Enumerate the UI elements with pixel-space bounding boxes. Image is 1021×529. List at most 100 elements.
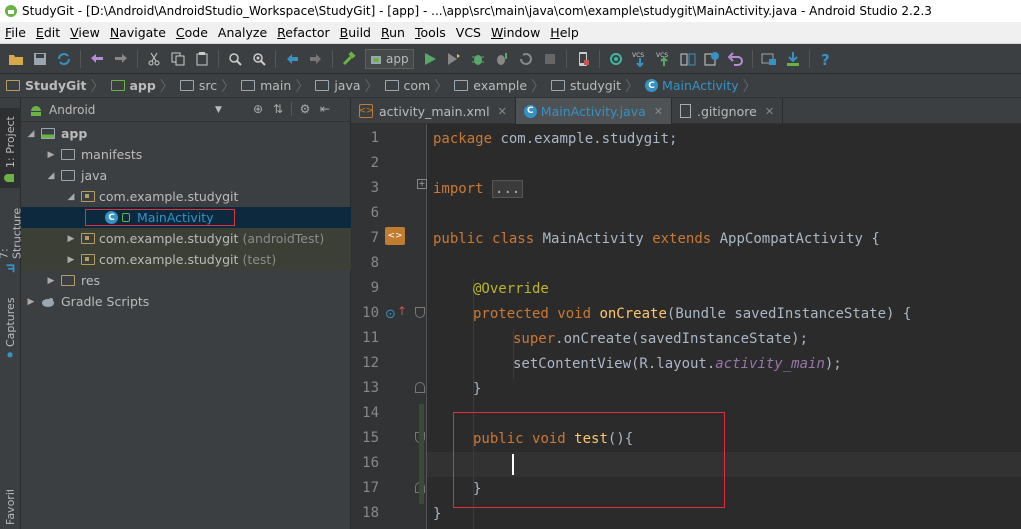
menu-item[interactable]: Code (171, 25, 213, 40)
line-number: 6 (370, 205, 379, 221)
vcs-added-lines-marker[interactable] (419, 404, 424, 504)
breadcrumb-item[interactable]: example 〉 (454, 76, 549, 96)
tree-collapsed-arrow-icon[interactable]: ▶ (65, 255, 77, 265)
project-structure-icon[interactable] (759, 49, 779, 69)
layout-preview-icon[interactable]: <> (385, 227, 405, 245)
toolbar-separator (598, 49, 600, 68)
make-project-icon[interactable] (339, 49, 359, 69)
gear-icon[interactable]: ⚙ (298, 102, 312, 116)
run-configuration-dropdown[interactable]: app ▼ (91, 48, 414, 395)
hide-panel-icon[interactable]: ⇤ (318, 102, 332, 116)
tree-item-package-androidtest[interactable]: ▶ com.example.studygit (androidTest) (21, 228, 351, 249)
tab-mainactivity-java[interactable]: C MainActivity.java ✕ (515, 98, 672, 124)
menu-item[interactable]: Tools (410, 25, 451, 40)
back-icon[interactable] (282, 49, 302, 69)
menu-item[interactable]: File (0, 25, 31, 40)
vcs-compare-icon[interactable] (678, 49, 698, 69)
menu-item[interactable]: Navigate (105, 25, 171, 40)
tab-activity-main-xml[interactable]: <> activity_main.xml ✕ (351, 98, 516, 124)
forward-icon[interactable] (306, 49, 326, 69)
menu-item[interactable]: Help (545, 25, 584, 40)
breadcrumb-item[interactable]: main 〉 (241, 76, 313, 96)
tab-gitignore[interactable]: .gitignore ✕ (672, 98, 784, 124)
fold-end-icon[interactable] (415, 382, 425, 393)
menu-item[interactable]: View (65, 25, 105, 40)
tree-collapsed-arrow-icon[interactable]: ▶ (45, 150, 57, 160)
menu-item[interactable]: Refactor (272, 25, 334, 40)
close-icon[interactable]: ✕ (654, 105, 663, 118)
menu-item[interactable]: VCS (451, 25, 486, 40)
tree-expanded-arrow-icon[interactable]: ◢ (45, 171, 57, 181)
apply-changes-icon[interactable] (516, 49, 536, 69)
paste-icon[interactable] (192, 49, 212, 69)
fold-collapse-icon[interactable] (415, 307, 425, 318)
vcs-revert-icon[interactable] (726, 49, 746, 69)
tree-item-package-main[interactable]: ◢ com.example.studygit (21, 186, 351, 207)
close-icon[interactable]: ✕ (765, 105, 774, 118)
tree-item-label: Gradle Scripts (61, 294, 150, 309)
scroll-from-source-icon[interactable]: ⊕ (251, 102, 265, 116)
help-icon[interactable]: ? (816, 49, 836, 69)
replace-icon[interactable] (249, 49, 269, 69)
sdk-manager-icon[interactable] (783, 49, 803, 69)
cut-icon[interactable] (144, 49, 164, 69)
tab-project-tool[interactable]: 1: Project (0, 108, 21, 188)
tree-item-manifests[interactable]: ▶ manifests (21, 144, 351, 165)
tree-item-package-test[interactable]: ▶ com.example.studygit (test) (21, 249, 351, 270)
code-token: extends (652, 231, 712, 247)
vcs-commit-icon[interactable]: VCS (654, 49, 674, 69)
menu-item[interactable]: Edit (31, 25, 65, 40)
open-folder-icon[interactable] (6, 49, 26, 69)
breadcrumb-item[interactable]: java 〉 (315, 76, 382, 96)
breadcrumb-item[interactable]: studygit 〉 (551, 76, 643, 96)
tree-collapsed-arrow-icon[interactable]: ▶ (25, 297, 37, 307)
breadcrumb-item[interactable]: src 〉 (179, 76, 239, 96)
vcs-history-icon[interactable] (702, 49, 722, 69)
tree-collapsed-arrow-icon[interactable]: ▶ (45, 276, 57, 286)
tab-structure-tool[interactable]: 7: Structure (0, 198, 24, 278)
device-monitor-icon[interactable] (573, 49, 593, 69)
redo-icon[interactable] (111, 49, 131, 69)
tree-expanded-arrow-icon[interactable]: ◢ (25, 129, 37, 139)
close-icon[interactable]: ✕ (498, 105, 507, 118)
vcs-update-icon[interactable]: VCS (630, 49, 650, 69)
tree-expanded-arrow-icon[interactable]: ◢ (65, 192, 77, 202)
xml-file-icon: <> (358, 104, 374, 118)
menu-item[interactable]: Run (376, 25, 410, 40)
fold-expand-icon[interactable]: + (417, 179, 427, 189)
instant-run-icon[interactable] (444, 49, 464, 69)
breadcrumb-item[interactable]: C MainActivity 〉 (645, 76, 761, 96)
code-editor[interactable]: package com.example.studygit; import ...… (427, 124, 1021, 529)
sync-icon[interactable] (54, 49, 74, 69)
stop-icon[interactable] (540, 49, 560, 69)
breadcrumb-item[interactable]: StudyGit 〉 (6, 76, 109, 96)
copy-icon[interactable] (168, 49, 188, 69)
tab-favorites-tool[interactable]: Favorites (0, 490, 21, 529)
override-arrow-icon[interactable]: ↑ (397, 304, 407, 318)
save-all-icon[interactable] (30, 49, 50, 69)
project-view-selector[interactable]: Android ▼ ⊕ ⇅ ⚙ ⇤ (21, 98, 350, 122)
code-token: MainActivity (534, 231, 653, 247)
tab-captures-tool[interactable]: Captures (0, 294, 21, 362)
tree-item-java[interactable]: ◢ java (21, 165, 351, 186)
attach-debugger-icon[interactable] (492, 49, 512, 69)
folded-imports[interactable]: ... (492, 180, 524, 198)
vcs-refresh-icon[interactable] (606, 49, 626, 69)
tree-item-res[interactable]: ▶ res (21, 270, 351, 291)
breadcrumb-separator-icon: 〉 (742, 78, 757, 95)
tree-collapsed-arrow-icon[interactable]: ▶ (65, 234, 77, 244)
menu-item[interactable]: Build (335, 25, 376, 40)
breadcrumb-item[interactable]: com 〉 (384, 76, 453, 96)
menu-item[interactable]: Analyze (213, 25, 272, 40)
breadcrumb-item[interactable]: app 〉 (110, 76, 178, 96)
tree-item-gradle-scripts[interactable]: ▶ Gradle Scripts (21, 291, 351, 312)
collapse-all-icon[interactable]: ⇅ (271, 102, 285, 116)
override-method-icon[interactable]: ⊙ (385, 307, 396, 322)
tree-item-app[interactable]: ◢ app (21, 123, 351, 144)
run-icon[interactable] (420, 49, 440, 69)
menu-item[interactable]: Window (486, 25, 545, 40)
find-icon[interactable] (225, 49, 245, 69)
debug-icon[interactable] (468, 49, 488, 69)
folder-icon (551, 80, 566, 91)
undo-icon[interactable] (87, 49, 107, 69)
